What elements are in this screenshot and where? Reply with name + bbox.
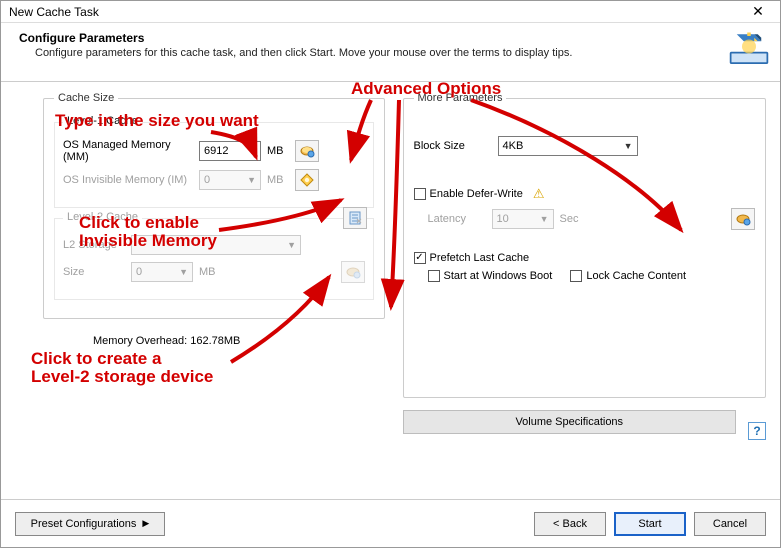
title-bar: New Cache Task ✕ (1, 1, 780, 23)
mm-unit: MB (267, 145, 289, 157)
level2-legend: Level-2 Cache (63, 211, 142, 223)
l2-size-combo: 0▼ (131, 262, 193, 282)
memory-overhead: Memory Overhead: 162.78MB (93, 335, 385, 347)
level1-legend: Level-1 Cache (63, 115, 142, 127)
chevron-down-icon: ▼ (624, 141, 633, 151)
l2-create-button[interactable] (343, 207, 367, 229)
start-button[interactable]: Start (614, 512, 686, 536)
content-area: Cache Size Level-1 Cache OS Managed Memo… (1, 82, 780, 487)
level1-group: Level-1 Cache OS Managed Memory (MM) 691… (54, 122, 374, 208)
mm-value-combo[interactable]: 6912▼ (199, 141, 261, 161)
mm-label: OS Managed Memory (MM) (63, 139, 193, 163)
chevron-down-icon: ▼ (247, 146, 256, 156)
latency-combo: 10▼ (492, 209, 554, 229)
im-advanced-button[interactable] (295, 169, 319, 191)
chevron-down-icon: ▼ (179, 267, 188, 277)
help-button[interactable]: ? (748, 422, 766, 440)
chevron-down-icon: ▼ (247, 175, 256, 185)
block-size-label: Block Size (414, 140, 492, 152)
level2-group: Level-2 Cache L2 Storage ▼ Size 0▼ (54, 218, 374, 300)
close-icon[interactable]: ✕ (738, 3, 778, 20)
cache-size-legend: Cache Size (54, 92, 118, 104)
latency-unit: Sec (560, 213, 582, 225)
page-subtitle: Configure parameters for this cache task… (35, 47, 572, 59)
footer: Preset Configurations ▶ < Back Start Can… (1, 499, 780, 547)
cancel-button[interactable]: Cancel (694, 512, 766, 536)
defer-advanced-button[interactable] (731, 208, 755, 230)
im-unit: MB (267, 174, 289, 186)
window-title: New Cache Task (9, 5, 99, 19)
latency-label: Latency (428, 213, 486, 225)
start-boot-checkbox[interactable]: Start at Windows Boot (428, 270, 553, 282)
preset-configurations-button[interactable]: Preset Configurations ▶ (15, 512, 165, 536)
im-value-combo: 0▼ (199, 170, 261, 190)
wizard-icon (728, 29, 770, 71)
chevron-down-icon: ▼ (540, 214, 549, 224)
l2-advanced-button[interactable] (341, 261, 365, 283)
lock-cache-checkbox[interactable]: Lock Cache Content (570, 270, 686, 282)
right-column: More Parameters Block Size 4KB▼ Enable D… (397, 82, 767, 479)
im-label: OS Invisible Memory (IM) (63, 174, 193, 186)
block-size-combo[interactable]: 4KB▼ (498, 136, 638, 156)
l2-storage-label: L2 Storage (63, 239, 125, 251)
more-params-legend: More Parameters (414, 92, 507, 104)
defer-write-checkbox[interactable]: Enable Defer-Write (414, 188, 523, 200)
left-column: Cache Size Level-1 Cache OS Managed Memo… (15, 82, 385, 479)
cache-size-group: Cache Size Level-1 Cache OS Managed Memo… (43, 92, 385, 319)
back-button[interactable]: < Back (534, 512, 606, 536)
prefetch-checkbox[interactable]: Prefetch Last Cache (414, 252, 530, 264)
chevron-right-icon: ▶ (142, 518, 149, 529)
more-params-group: More Parameters Block Size 4KB▼ Enable D… (403, 92, 767, 398)
l2-storage-combo: ▼ (131, 235, 301, 255)
wizard-header: Configure Parameters Configure parameter… (1, 23, 780, 82)
page-title: Configure Parameters (19, 31, 572, 45)
mm-advanced-button[interactable] (295, 140, 319, 162)
l2-size-label: Size (63, 266, 125, 278)
warning-icon: ⚠ (533, 186, 545, 202)
chevron-down-icon: ▼ (287, 240, 296, 250)
l2-size-unit: MB (199, 266, 221, 278)
volume-specifications-button[interactable]: Volume Specifications (403, 410, 737, 434)
